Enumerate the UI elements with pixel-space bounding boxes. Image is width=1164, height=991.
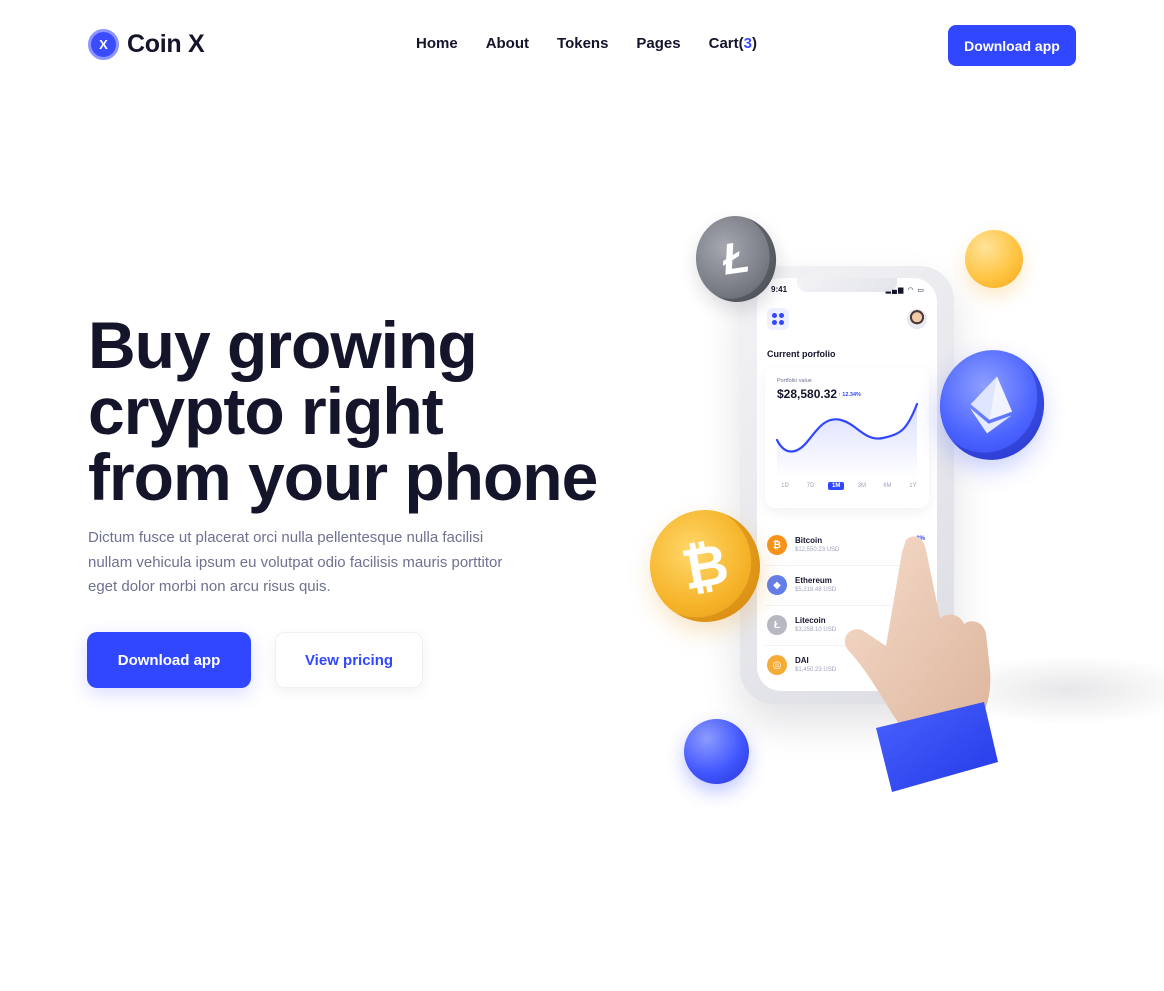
cart-count-badge: 3: [743, 35, 752, 52]
portfolio-chart-card: Portfolio value $28,580.32 ↑ 12.34% 1D 7…: [765, 368, 929, 508]
status-time: 9:41: [771, 285, 788, 294]
period-6m[interactable]: 6M: [879, 483, 895, 489]
view-pricing-button[interactable]: View pricing: [275, 632, 423, 688]
nav-pages[interactable]: Pages: [636, 35, 680, 52]
status-bar-icons: ▂▄▆ ◠ ▭: [885, 287, 925, 294]
portfolio-line-chart: [775, 402, 919, 478]
coin-name: DAI: [795, 656, 809, 665]
blue-sphere: [684, 719, 749, 784]
cart-label-close: ): [751, 35, 757, 52]
litecoin-icon: Ł: [767, 615, 787, 635]
period-7d[interactable]: 7D: [803, 483, 819, 489]
hero-title: Buy growing crypto right from your phone: [88, 312, 608, 510]
coin-usd-value: $3,258.10 USD: [795, 627, 837, 633]
nav-tokens[interactable]: Tokens: [557, 35, 608, 52]
chart-area: [777, 404, 917, 478]
app-menu-icon: [767, 308, 789, 330]
coin-name: Litecoin: [795, 616, 826, 625]
hero-title-line-2: crypto right: [88, 374, 444, 448]
coin-usd-value: $1,450.23 USD: [795, 667, 837, 673]
period-1d[interactable]: 1D: [777, 483, 793, 489]
user-avatar: [907, 309, 927, 329]
portfolio-value-label: Portfolio value: [777, 378, 812, 384]
phone-notch: [797, 278, 897, 292]
period-selector: 1D 7D 1M 3M 6M 1Y: [777, 482, 921, 490]
period-3m[interactable]: 3M: [854, 483, 870, 489]
dai-icon: ◎: [767, 655, 787, 675]
hero-description: Dictum fusce ut placerat orci nulla pell…: [88, 529, 503, 595]
brand-name: Coin X: [127, 30, 205, 58]
pointing-hand-icon: [844, 536, 998, 792]
yellow-sphere: [965, 230, 1023, 288]
bitcoin-icon: ₿: [767, 535, 787, 555]
coin-x-logo-icon: X: [88, 29, 119, 60]
ethereum-icon: ◆: [767, 575, 787, 595]
coin-usd-value: $12,550.23 USD: [795, 547, 840, 553]
nav-home[interactable]: Home: [416, 35, 458, 52]
period-1y[interactable]: 1Y: [905, 483, 921, 489]
nav-cart[interactable]: Cart(3): [709, 35, 757, 52]
header-download-app-button[interactable]: Download app: [948, 25, 1076, 66]
coin-name: Bitcoin: [795, 536, 823, 545]
site-header: X Coin X Home About Tokens Pages Cart(3)…: [0, 0, 1164, 90]
hero-illustration: 9:41 ▂▄▆ ◠ ▭ Current porfolio Portfolio …: [640, 200, 1164, 800]
hero-title-line-1: Buy growing: [88, 308, 478, 382]
coin-usd-value: $5,218.48 USD: [795, 587, 837, 593]
hero-download-app-button[interactable]: Download app: [87, 632, 251, 688]
ethereum-diamond-icon: [970, 376, 1013, 434]
period-1m[interactable]: 1M: [828, 482, 845, 490]
brand-logo[interactable]: X Coin X: [88, 29, 205, 60]
coin-name: Ethereum: [795, 576, 832, 585]
cart-label: Cart(: [708, 35, 744, 52]
main-nav: Home About Tokens Pages Cart(3): [416, 35, 757, 52]
nav-about[interactable]: About: [486, 35, 529, 52]
hero-title-line-3: from your phone: [88, 440, 598, 514]
portfolio-heading: Current porfolio: [767, 349, 836, 359]
